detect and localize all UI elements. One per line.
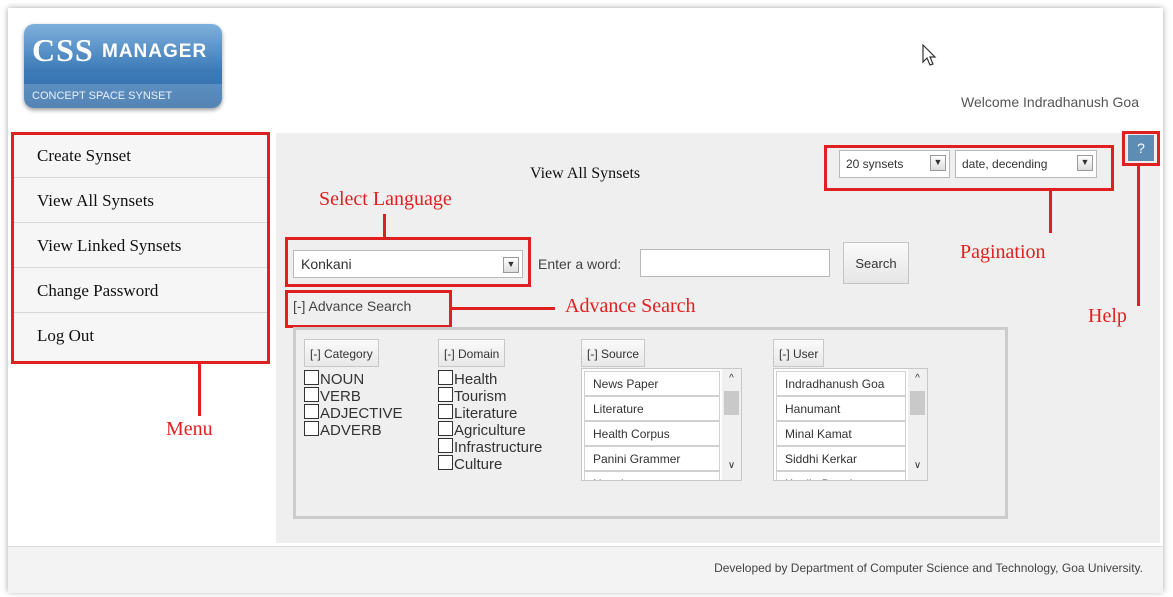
user-list: Indradhanush Goa Hanumant Minal Kamat Si… (776, 371, 906, 480)
scroll-up-icon[interactable]: ^ (722, 371, 741, 387)
menu-annotation-label: Menu (166, 418, 213, 440)
page-title: View All Synsets (530, 165, 641, 182)
category-option-adverb[interactable]: ADVERB (304, 421, 403, 439)
domain-option-agriculture[interactable]: Agriculture (438, 421, 542, 439)
pagination-annotation-label: Pagination (960, 241, 1046, 263)
select-language-annotation-label: Select Language (319, 188, 452, 210)
checkbox[interactable] (304, 387, 319, 402)
menu-annotation-line (198, 364, 201, 416)
word-label: Enter a word: (538, 256, 622, 272)
help-annotation-label: Help (1088, 305, 1127, 327)
pagination-annotation-line (1049, 191, 1052, 233)
source-scrollbar[interactable]: ^ ∨ (722, 369, 741, 480)
category-options: NOUN VERB ADJECTIVE ADVERB (304, 370, 403, 439)
checkbox[interactable] (304, 404, 319, 419)
help-annotation-line (1137, 166, 1140, 306)
domain-options: Health Tourism Literature Agriculture In… (438, 370, 543, 473)
user-listbox[interactable]: Indradhanush Goa Hanumant Minal Kamat Si… (773, 368, 928, 481)
source-list: News Paper Literature Health Corpus Pani… (584, 371, 720, 480)
advance-search-annotation-line (452, 307, 555, 310)
user-item[interactable]: Siddhi Kerkar (776, 446, 906, 471)
css-manager-logo[interactable]: CSS MANAGER CONCEPT SPACE SYNSET (24, 24, 222, 108)
checkbox[interactable] (438, 370, 453, 385)
footer-text: Developed by Department of Computer Scie… (714, 561, 1143, 575)
checkbox[interactable] (438, 455, 453, 470)
language-highlight-box (285, 237, 531, 287)
source-item[interactable]: Literature (584, 396, 720, 421)
domain-option-label: Health (454, 371, 498, 388)
source-item[interactable]: News Paper (584, 371, 720, 396)
menu-highlight-box (11, 132, 270, 364)
domain-header[interactable]: [-] Domain (438, 339, 506, 367)
category-option-adjective[interactable]: ADJECTIVE (304, 404, 403, 422)
scroll-thumb[interactable] (724, 391, 739, 415)
category-option-label: ADJECTIVE (320, 405, 403, 422)
source-item[interactable]: Health Corpus (584, 421, 720, 446)
checkbox[interactable] (304, 421, 319, 436)
help-highlight-box (1122, 131, 1160, 166)
word-input[interactable] (640, 249, 830, 277)
domain-option-label: Literature (454, 405, 518, 422)
source-listbox[interactable]: News Paper Literature Health Corpus Pani… (581, 368, 742, 481)
search-button[interactable]: Search (843, 242, 909, 284)
domain-option-label: Agriculture (454, 422, 526, 439)
category-header[interactable]: [-] Category (304, 339, 379, 367)
checkbox[interactable] (438, 438, 453, 453)
pagination-highlight-box (824, 145, 1114, 191)
user-item[interactable]: Indradhanush Goa (776, 371, 906, 396)
domain-option-culture[interactable]: Culture (438, 455, 542, 473)
domain-option-literature[interactable]: Literature (438, 404, 542, 422)
logo-manager-text: MANAGER (102, 41, 208, 62)
checkbox[interactable] (438, 404, 453, 419)
select-language-annotation-line (383, 214, 386, 238)
user-item[interactable]: Minal Kamat (776, 421, 906, 446)
scroll-down-icon[interactable]: ∨ (722, 458, 741, 474)
category-option-label: ADVERB (320, 422, 382, 439)
category-option-label: NOUN (320, 371, 365, 388)
checkbox[interactable] (438, 387, 453, 402)
scroll-thumb[interactable] (910, 391, 925, 415)
category-option-noun[interactable]: NOUN (304, 370, 403, 388)
domain-option-infrastructure[interactable]: Infrastructure (438, 438, 543, 456)
scroll-up-icon[interactable]: ^ (908, 371, 927, 387)
user-item[interactable]: Kapila Desai (776, 471, 906, 480)
category-option-verb[interactable]: VERB (304, 387, 403, 405)
source-header[interactable]: [-] Source (581, 339, 646, 367)
category-option-label: VERB (320, 388, 361, 405)
source-item[interactable]: Panini Grammer (584, 446, 720, 471)
domain-option-label: Infrastructure (454, 439, 543, 456)
domain-option-label: Tourism (454, 388, 507, 405)
checkbox[interactable] (438, 421, 453, 436)
logo-subtitle: CONCEPT SPACE SYNSET (24, 84, 222, 108)
user-header[interactable]: [-] User (773, 339, 825, 367)
user-scrollbar[interactable]: ^ ∨ (908, 369, 927, 480)
source-item[interactable]: Novel (584, 471, 720, 480)
footer: Developed by Department of Computer Scie… (8, 546, 1163, 593)
advance-search-highlight-box (285, 290, 452, 328)
advance-search-annotation-label: Advance Search (565, 295, 696, 317)
checkbox[interactable] (304, 370, 319, 385)
welcome-text: Welcome Indradhanush Goa (961, 94, 1139, 110)
mouse-cursor-icon (922, 44, 937, 66)
user-item[interactable]: Hanumant (776, 396, 906, 421)
domain-option-label: Culture (454, 456, 503, 473)
domain-option-tourism[interactable]: Tourism (438, 387, 542, 405)
logo-css-text: CSS (32, 32, 94, 68)
scroll-down-icon[interactable]: ∨ (908, 458, 927, 474)
domain-option-health[interactable]: Health (438, 370, 542, 388)
